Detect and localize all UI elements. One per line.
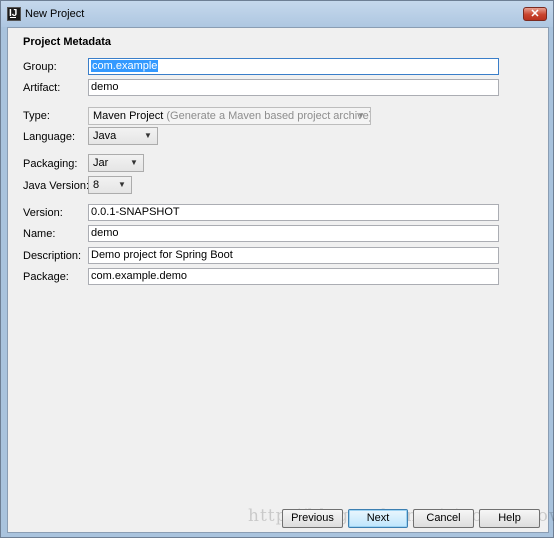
close-icon: ✕ <box>530 8 540 20</box>
chevron-down-icon: ▼ <box>357 111 365 120</box>
version-label: Version: <box>23 207 63 219</box>
description-field[interactable]: Demo project for Spring Boot <box>88 247 499 264</box>
packaging-dropdown[interactable]: Jar ▼ <box>88 154 144 172</box>
close-button[interactable]: ✕ <box>523 7 547 21</box>
type-label: Type: <box>23 110 50 122</box>
package-field[interactable]: com.example.demo <box>88 268 499 285</box>
next-button[interactable]: Next <box>348 509 408 528</box>
chevron-down-icon: ▼ <box>144 131 152 140</box>
type-hint: (Generate a Maven based project archive) <box>166 110 371 122</box>
title-bar[interactable]: IJ New Project ✕ <box>1 1 553 27</box>
group-field[interactable]: com.example <box>88 58 499 75</box>
packaging-label: Packaging: <box>23 158 78 170</box>
intellij-idea-icon: IJ <box>7 7 21 21</box>
type-dropdown[interactable]: Maven Project (Generate a Maven based pr… <box>88 107 371 125</box>
name-label: Name: <box>23 228 56 240</box>
dialog-content: Project Metadata Group: com.example Arti… <box>7 27 554 533</box>
new-project-window: IJ New Project ✕ Project Metadata Group:… <box>0 0 554 538</box>
package-label: Package: <box>23 271 69 283</box>
language-value: Java <box>93 130 117 142</box>
chevron-down-icon: ▼ <box>130 158 138 167</box>
section-title: Project Metadata <box>23 36 112 48</box>
chevron-down-icon: ▼ <box>118 180 126 189</box>
java-version-value: 8 <box>93 179 100 191</box>
description-label: Description: <box>23 250 82 262</box>
type-value: Maven Project <box>93 110 164 122</box>
help-button[interactable]: Help <box>479 509 540 528</box>
group-value: com.example <box>91 60 159 72</box>
artifact-label: Artifact: <box>23 82 61 94</box>
java-version-label: Java Version: <box>23 180 90 192</box>
window-title: New Project <box>25 8 85 20</box>
name-field[interactable]: demo <box>88 225 499 242</box>
language-dropdown[interactable]: Java ▼ <box>88 127 158 145</box>
version-field[interactable]: 0.0.1-SNAPSHOT <box>88 204 499 221</box>
java-version-dropdown[interactable]: 8 ▼ <box>88 176 132 194</box>
group-label: Group: <box>23 61 57 73</box>
language-label: Language: <box>23 131 75 143</box>
previous-button[interactable]: Previous <box>282 509 343 528</box>
cancel-button[interactable]: Cancel <box>413 509 474 528</box>
packaging-value: Jar <box>93 157 109 169</box>
artifact-field[interactable]: demo <box>88 79 499 96</box>
